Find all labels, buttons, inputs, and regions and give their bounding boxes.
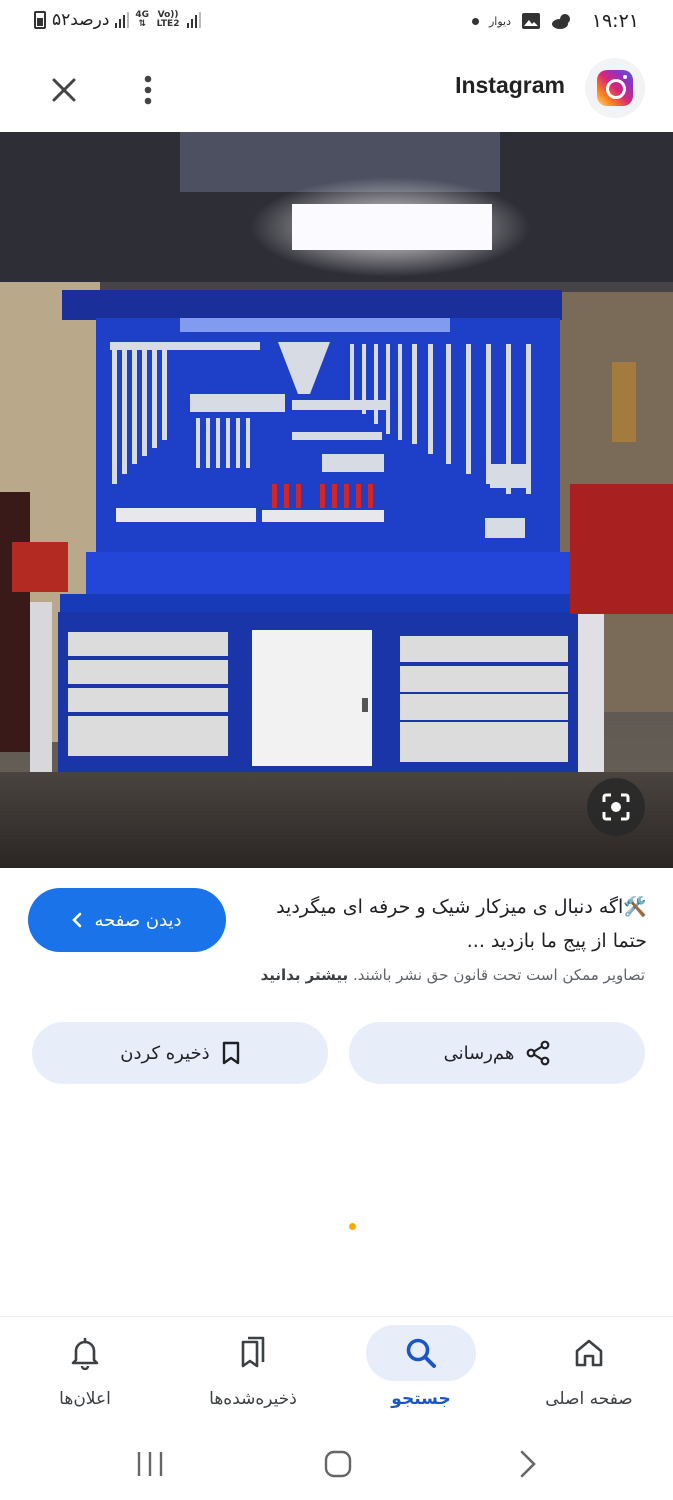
recent-apps-icon: [137, 1452, 163, 1476]
visit-page-label: دیدن صفحه: [94, 909, 182, 931]
notification-dot-icon: [471, 17, 479, 25]
recent-apps-button[interactable]: [128, 1442, 172, 1486]
source-site-logo[interactable]: [585, 58, 645, 118]
status-time: ۱۹:۲۱: [591, 10, 639, 32]
nav-search-icon-wrap: [366, 1325, 476, 1381]
loading-indicator: [349, 1223, 356, 1230]
search-icon: [406, 1338, 436, 1368]
nav-search[interactable]: جستجو: [346, 1325, 496, 1425]
volte-badge: Vo)) LTE2: [156, 10, 180, 29]
bottom-navigation: صفحه اصلی جستجو ذخیره‌شده‌ها اعلان‌ها: [0, 1316, 673, 1428]
result-image[interactable]: [0, 132, 673, 868]
system-navigation-bar: [0, 1428, 673, 1500]
close-button[interactable]: [44, 70, 84, 110]
gallery-icon: [522, 13, 540, 29]
more-options-button[interactable]: [130, 70, 166, 110]
status-bar: ۵۲درصد 4G ⇅ Vo)) LTE2 دیوار ۱۹:۲۱: [0, 0, 673, 46]
viewer-header: Instagram: [0, 52, 673, 130]
home-icon: [575, 1339, 603, 1367]
weather-icon: [552, 14, 570, 29]
nav-notifications[interactable]: اعلان‌ها: [10, 1325, 160, 1425]
more-vert-icon: [144, 75, 152, 105]
source-site-name[interactable]: Instagram: [455, 72, 565, 99]
network-type-badge: 4G ⇅: [135, 10, 150, 29]
signal-icon: [115, 12, 130, 28]
nav-home-label: صفحه اصلی: [545, 1389, 633, 1409]
home-square-icon: [324, 1450, 352, 1478]
workbench-photo: [0, 132, 673, 868]
divar-app-label: دیوار: [488, 14, 511, 28]
status-left: ۵۲درصد 4G ⇅ Vo)) LTE2: [34, 10, 202, 30]
visit-page-button[interactable]: دیدن صفحه: [28, 888, 226, 952]
nav-home[interactable]: صفحه اصلی: [514, 1325, 664, 1425]
copyright-text: تصاویر ممکن است تحت قانون حق نشر باشند.: [352, 966, 645, 984]
nav-notifications-label: اعلان‌ها: [59, 1389, 111, 1409]
nav-saved-icon-wrap: [198, 1325, 308, 1381]
bookmarks-icon: [241, 1336, 265, 1368]
bookmark-icon: [222, 1041, 239, 1065]
nav-notifications-icon-wrap: [30, 1325, 140, 1381]
back-system-button[interactable]: [506, 1442, 550, 1486]
learn-more-link[interactable]: بیشتر بدانید: [261, 966, 349, 984]
signal-icon-2: [187, 12, 202, 28]
lens-search-button[interactable]: [587, 778, 645, 836]
bell-icon: [71, 1337, 99, 1370]
battery-icon: [34, 11, 46, 29]
nav-saved[interactable]: ذخیره‌شده‌ها: [178, 1325, 328, 1425]
share-icon: [526, 1040, 550, 1066]
nav-home-icon-wrap: [534, 1325, 644, 1381]
copyright-notice: تصاویر ممکن است تحت قانون حق نشر باشند. …: [261, 966, 645, 984]
home-system-button[interactable]: [316, 1442, 360, 1486]
save-button[interactable]: ذخیره کردن: [32, 1022, 328, 1084]
status-notification-icons: دیوار: [471, 12, 573, 30]
share-button[interactable]: هم‌رسانی: [349, 1022, 645, 1084]
close-icon: [52, 78, 76, 102]
save-label: ذخیره کردن: [120, 1042, 210, 1064]
instagram-logo-icon: [597, 70, 633, 106]
battery-text: ۵۲درصد: [52, 10, 110, 30]
share-label: هم‌رسانی: [443, 1042, 515, 1064]
nav-saved-label: ذخیره‌شده‌ها: [209, 1389, 297, 1409]
nav-search-label: جستجو: [391, 1389, 451, 1409]
back-chevron-icon: [520, 1450, 536, 1478]
chevron-left-icon: [72, 912, 82, 928]
result-caption: 🛠️اگه دنبال ی میزکار شیک و حرفه ای میگرد…: [276, 896, 647, 952]
google-lens-icon: [602, 793, 630, 821]
